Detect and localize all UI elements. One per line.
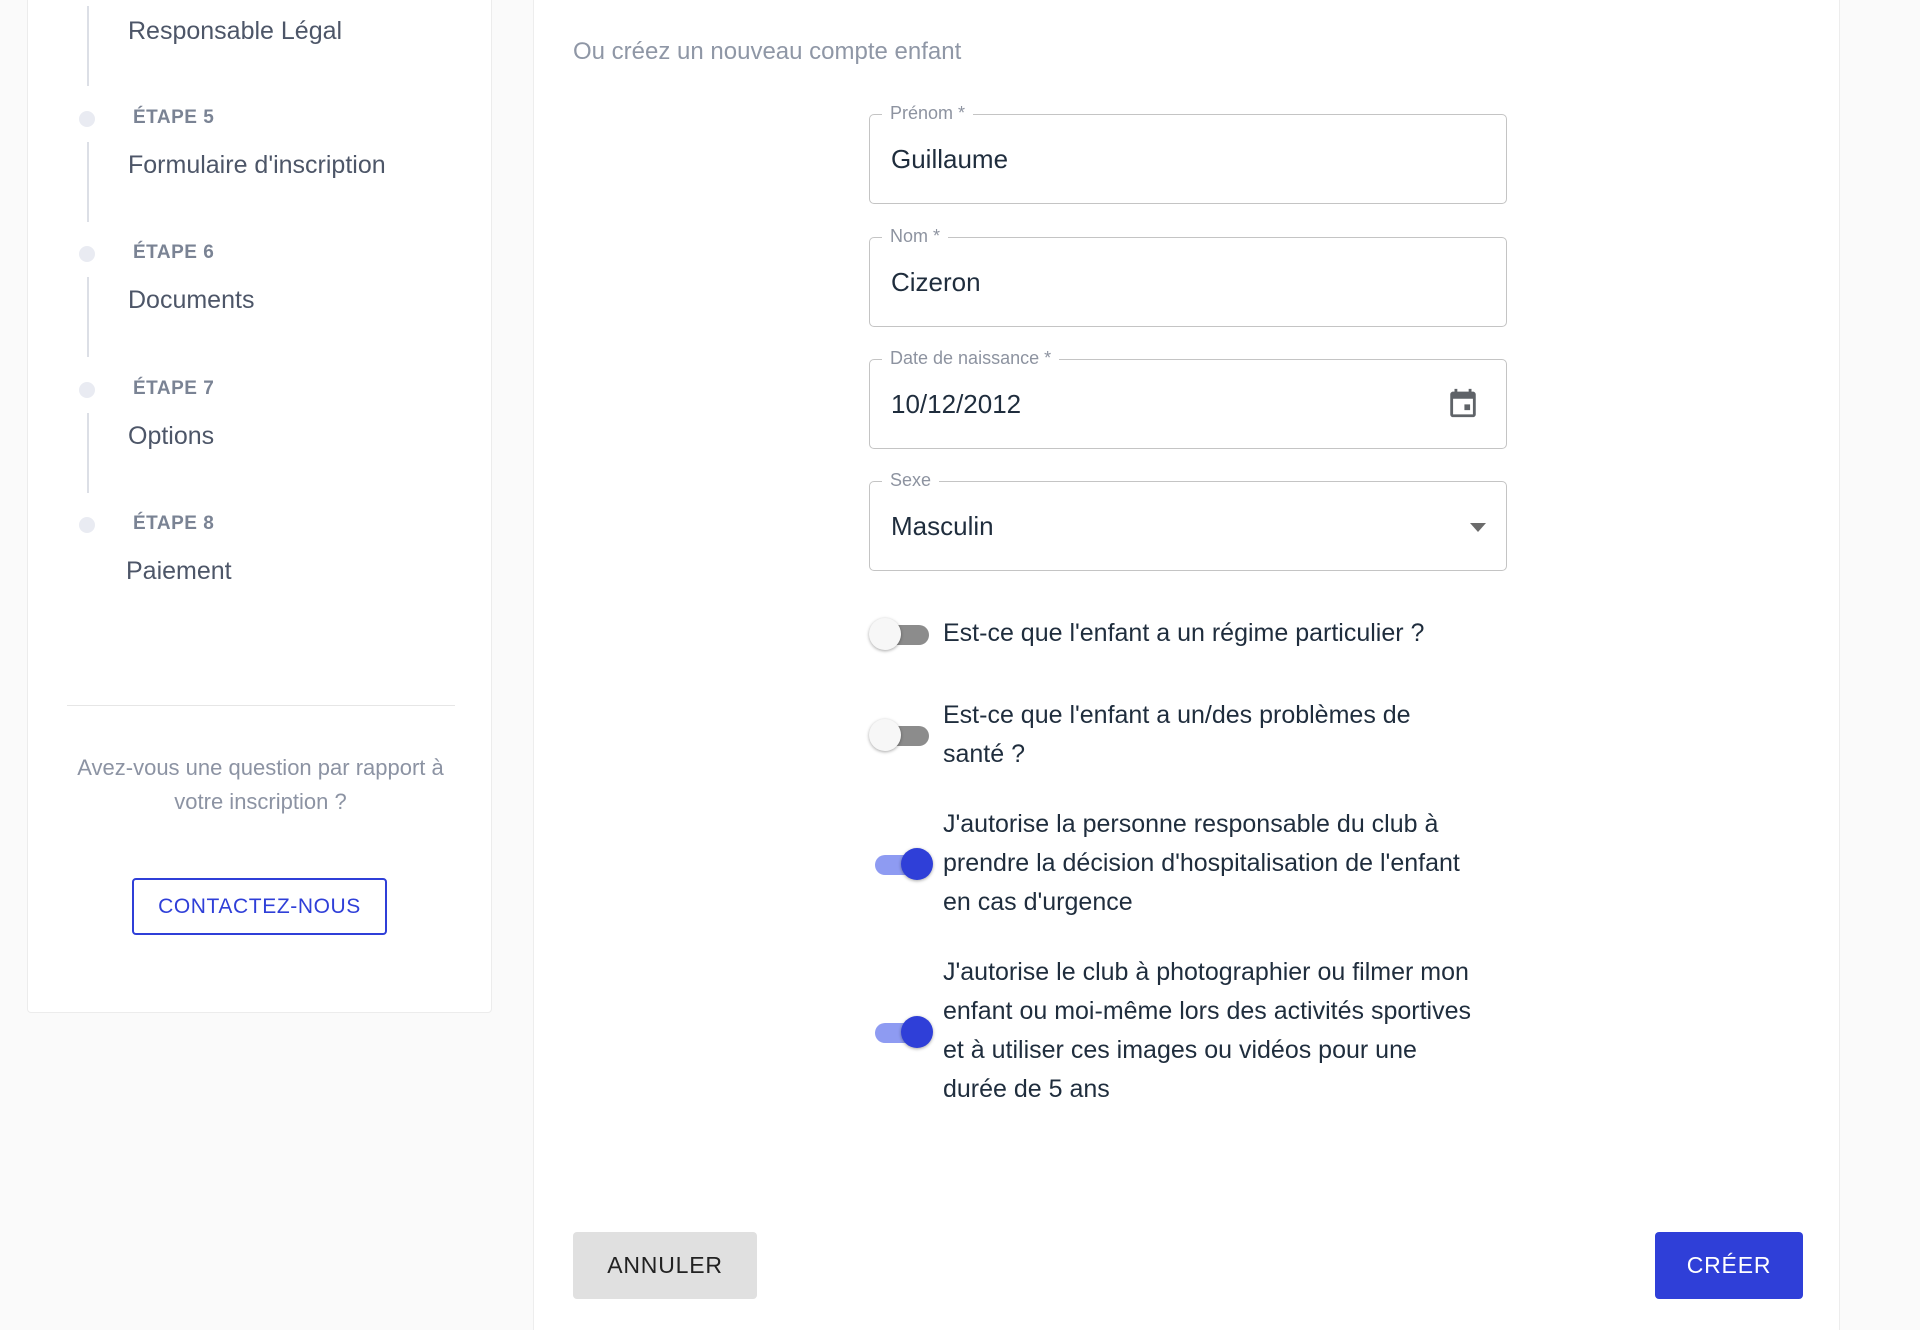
step-dot-8 [79, 517, 95, 533]
dropdown-arrow-icon [1470, 523, 1486, 532]
special-diet-switch[interactable] [869, 617, 933, 651]
step-title-7[interactable]: Options [128, 422, 214, 451]
form-subtitle: Ou créez un nouveau compte enfant [573, 38, 962, 65]
cancel-button[interactable]: ANNULER [573, 1232, 757, 1299]
image-rights-consent-switch[interactable] [869, 1015, 933, 1049]
step-label-5: ÉTAPE 5 [133, 107, 215, 128]
stepper-sidebar: Responsable Légal ÉTAPE 5 Formulaire d'i… [27, 0, 492, 1013]
help-text: Avez-vous une question par rapport à vot… [77, 755, 444, 814]
step-connector [87, 142, 89, 222]
switch-thumb [901, 1016, 933, 1048]
switch-thumb [869, 719, 901, 751]
birthdate-field[interactable]: Date de naissance * 10/12/2012 [869, 347, 1507, 449]
step-connector [87, 413, 89, 493]
contact-us-button[interactable]: CONTACTEZ-NOUS [132, 878, 387, 935]
last-name-label: Nom * [882, 225, 949, 247]
first-name-field[interactable]: Prénom * Guillaume [869, 102, 1507, 204]
step-dot-6 [79, 246, 95, 262]
step-title-6[interactable]: Documents [128, 286, 254, 315]
switch-thumb [869, 618, 901, 650]
sex-label: Sexe [882, 469, 940, 491]
child-account-form-panel: Ou créez un nouveau compte enfant Prénom… [533, 0, 1840, 1330]
last-name-field[interactable]: Nom * Cizeron [869, 225, 1507, 327]
calendar-icon[interactable] [1446, 386, 1480, 420]
step-connector [87, 6, 89, 86]
health-problems-label: Est-ce que l'enfant a un/des problèmes d… [943, 701, 1411, 768]
first-name-label: Prénom * [882, 102, 974, 124]
birthdate-label: Date de naissance * [882, 347, 1060, 369]
sidebar-divider [67, 705, 455, 706]
step-label-8: ÉTAPE 8 [133, 513, 215, 534]
hospitalization-consent-label: J'autorise la personne responsable du cl… [943, 810, 1460, 916]
image-rights-consent-label: J'autorise le club à photographier ou fi… [943, 958, 1471, 1103]
switch-thumb [901, 848, 933, 880]
sex-select[interactable]: Sexe Masculin [869, 469, 1507, 571]
step-label-6: ÉTAPE 6 [133, 242, 215, 263]
first-name-value: Guillaume [891, 144, 1009, 174]
last-name-value: Cizeron [891, 267, 981, 297]
hospitalization-consent-switch[interactable] [869, 847, 933, 881]
step-label-7: ÉTAPE 7 [133, 378, 215, 399]
step-connector [87, 277, 89, 357]
sex-value: Masculin [891, 511, 994, 541]
step-dot-5 [79, 111, 95, 127]
step-title-5[interactable]: Formulaire d'inscription [128, 151, 386, 180]
health-problems-switch[interactable] [869, 718, 933, 752]
create-button[interactable]: CRÉER [1655, 1232, 1803, 1299]
step-title-8[interactable]: Paiement [126, 557, 232, 586]
step-dot-7 [79, 382, 95, 398]
special-diet-label: Est-ce que l'enfant a un régime particul… [943, 619, 1425, 647]
step-title-current: Responsable Légal [128, 17, 343, 45]
birthdate-value: 10/12/2012 [891, 389, 1022, 419]
